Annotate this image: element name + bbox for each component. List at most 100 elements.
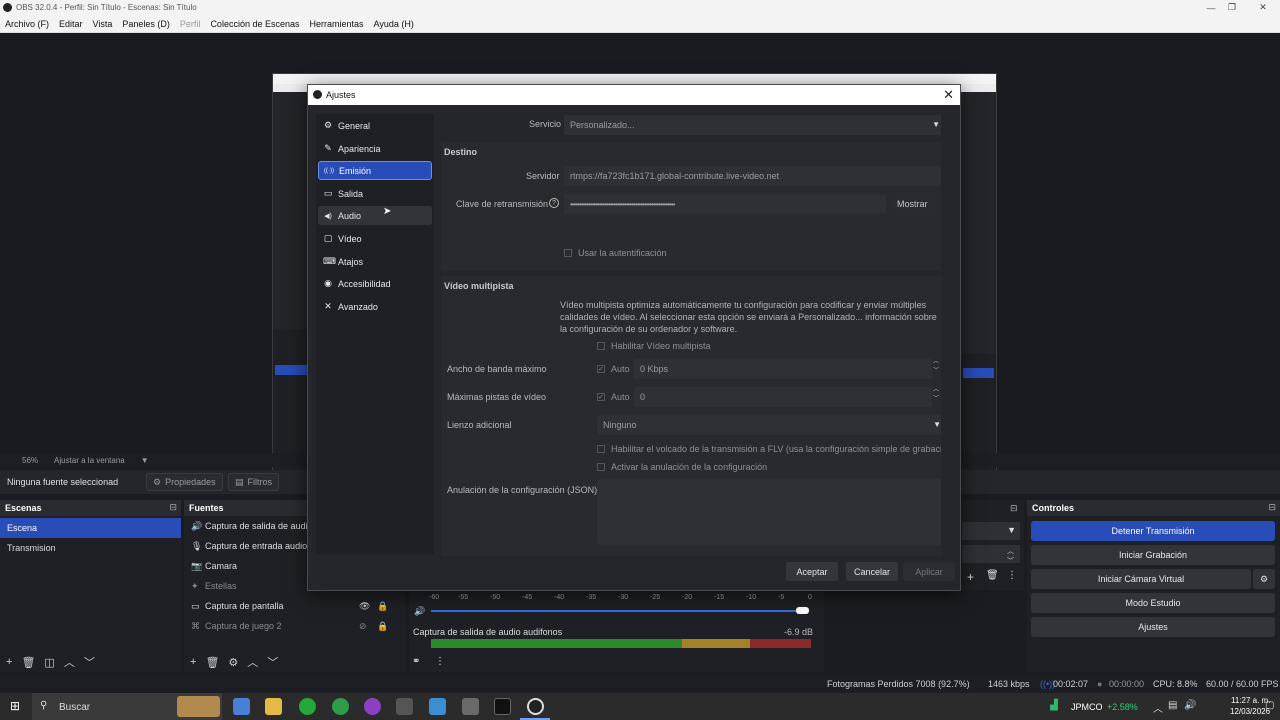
chevron-down-icon[interactable]: ﹀	[267, 654, 278, 670]
max-tracks-input[interactable]: 0	[634, 387, 932, 407]
transition-select[interactable]: ▼	[962, 522, 1020, 540]
studio-mode-button[interactable]: Modo Estudio	[1031, 593, 1275, 613]
nav-video[interactable]: ▢ Vídeo	[318, 229, 432, 248]
service-select[interactable]: Personalizado... ▼	[564, 115, 941, 135]
menu-editar[interactable]: Editar	[59, 19, 83, 29]
help-icon[interactable]: ?	[549, 198, 559, 208]
chevron-up-icon[interactable]: ︿	[247, 654, 258, 670]
add-icon[interactable]: +	[967, 570, 974, 584]
nav-apariencia[interactable]: ✎ Apariencia	[318, 139, 432, 158]
close-icon[interactable]: ✕	[943, 87, 954, 103]
close-icon[interactable]: ✕	[1246, 0, 1280, 15]
files-icon[interactable]	[462, 698, 479, 715]
more-icon[interactable]: ⋮	[435, 656, 445, 667]
json-override-textarea[interactable]	[597, 479, 941, 545]
chrome-icon[interactable]	[332, 698, 349, 715]
nav-accesibilidad[interactable]: ◉ Accesibilidad	[318, 274, 432, 293]
stock-ticker[interactable]: JPMCO	[1071, 702, 1103, 712]
config-override-checkbox[interactable]: Activar la anulación de la configuración	[597, 462, 767, 472]
extra-canvas-select[interactable]: Ninguno ▼	[597, 415, 941, 435]
start-recording-button[interactable]: Iniciar Grabación	[1031, 545, 1275, 565]
gear-icon[interactable]: ⚙	[1253, 569, 1275, 589]
flv-dump-checkbox[interactable]: Habilitar el volcado de la transmisión a…	[597, 444, 941, 454]
eye-hidden-icon[interactable]: ⊘	[359, 621, 367, 632]
menu-paneles[interactable]: Paneles (D)	[122, 19, 170, 29]
menu-herramientas[interactable]: Herramientas	[310, 19, 364, 29]
cancel-button[interactable]: Cancelar	[846, 562, 898, 581]
scene-item[interactable]: Transmision	[0, 538, 181, 558]
tray-chevron-icon[interactable]: ︿	[1153, 700, 1163, 715]
maximize-icon[interactable]: ❐	[1215, 0, 1249, 15]
duration-spin[interactable]: ︿ ﹀	[962, 545, 1020, 565]
add-icon[interactable]: +	[190, 656, 196, 668]
filters-button[interactable]: ▤ Filtros	[228, 473, 280, 491]
menu-ayuda[interactable]: Ayuda (H)	[374, 19, 414, 29]
scene-item[interactable]: Escena	[0, 518, 181, 538]
lock-icon[interactable]: 🔒	[377, 621, 388, 632]
more-icon[interactable]: ⋮	[1007, 570, 1017, 581]
lock-icon[interactable]: 🔒	[377, 601, 388, 612]
properties-button[interactable]: ⚙ Propiedades	[146, 473, 223, 491]
chevron-down-icon[interactable]: ﹀	[84, 654, 95, 670]
show-key-button[interactable]: Mostrar	[891, 194, 941, 214]
nav-emision[interactable]: ((·)) Emisión	[318, 161, 432, 180]
eye-icon[interactable]: 👁	[359, 601, 370, 612]
nav-avanzado[interactable]: ✕ Avanzado	[318, 297, 432, 316]
nav-atajos[interactable]: ⌨ Atajos	[318, 252, 432, 271]
dock-menu-icon[interactable]: ⊟	[1010, 503, 1018, 514]
browser-icon[interactable]	[364, 698, 381, 715]
fit-to-window[interactable]: Ajustar a la ventana	[54, 456, 125, 465]
trash-icon[interactable]: 🗑	[986, 570, 999, 581]
app-icon[interactable]	[429, 698, 446, 715]
bandwidth-auto-checkbox[interactable]: ✓ Auto	[597, 364, 630, 374]
menu-vista[interactable]: Vista	[93, 19, 113, 29]
stream-key-input[interactable]: ••••••••••••••••••••••••••••••••••••••••…	[564, 194, 886, 214]
server-input[interactable]: rtmps://fa723fc1b171.global-contribute.l…	[564, 166, 941, 186]
whatsapp-icon[interactable]	[299, 698, 316, 715]
tracks-auto-checkbox[interactable]: ✓ Auto	[597, 392, 630, 402]
accept-button[interactable]: Aceptar	[786, 562, 838, 581]
zoom-level[interactable]: 56%	[22, 456, 38, 465]
volume-slider-handle[interactable]	[796, 607, 809, 614]
trash-icon[interactable]: 🗑	[21, 656, 35, 669]
menu-archivo[interactable]: Archivo (F)	[5, 19, 49, 29]
settings-nav: ⚙ General ✎ Apariencia ((·)) Emisión ▭ Salid…	[316, 114, 434, 554]
menu-perfil[interactable]: Perfil	[180, 19, 201, 29]
settings-gear-icon[interactable]	[396, 698, 413, 715]
spin-icon[interactable]: ︿ ﹀	[933, 358, 939, 376]
chevron-down-icon[interactable]: ▼	[141, 456, 149, 465]
spin-icon[interactable]: ︿ ﹀	[933, 386, 939, 404]
obs-taskbar-icon[interactable]	[527, 698, 544, 715]
file-explorer-icon[interactable]	[265, 698, 282, 715]
source-item[interactable]: ⌘ Captura de juego 2 ⊘ 🔒	[184, 616, 406, 636]
use-auth-checkbox[interactable]: Usar la autentificación	[564, 248, 667, 258]
filter-icon[interactable]: ◫	[44, 656, 54, 669]
nav-general[interactable]: ⚙ General	[318, 116, 432, 135]
apply-button[interactable]: Aplicar	[903, 562, 955, 581]
start-virtual-camera-button[interactable]: Iniciar Cámara Virtual	[1031, 569, 1251, 589]
copilot-icon[interactable]	[233, 698, 250, 715]
add-icon[interactable]: +	[6, 656, 12, 668]
source-item[interactable]: ▭ Captura de pantalla 👁 🔒	[184, 596, 406, 616]
gear-icon[interactable]: ⚙	[228, 656, 238, 669]
volume-tray-icon[interactable]: 🔊	[1184, 700, 1196, 711]
notification-icon[interactable]: ▢	[1265, 700, 1274, 711]
menu-coleccion-escenas[interactable]: Colección de Escenas	[210, 19, 299, 29]
trash-icon[interactable]: 🗑	[205, 656, 219, 669]
volume-slider[interactable]	[431, 610, 806, 612]
epic-games-icon[interactable]	[494, 698, 511, 715]
chevron-up-icon[interactable]: ︿	[64, 654, 75, 670]
volume-icon[interactable]: 🔊	[414, 606, 425, 617]
settings-button[interactable]: Ajustes	[1031, 617, 1275, 637]
network-icon[interactable]: ▤	[1168, 700, 1177, 711]
stop-stream-button[interactable]: Detener Transmisión	[1031, 521, 1275, 541]
nav-audio[interactable]: ◀) Audio	[318, 206, 432, 225]
dock-menu-icon[interactable]: ⊟	[169, 502, 177, 513]
dock-menu-icon[interactable]: ⊟	[1268, 502, 1276, 513]
bandwidth-input[interactable]: 0 Kbps	[634, 359, 932, 379]
windows-start-icon[interactable]: ⊞	[10, 699, 20, 713]
nav-salida[interactable]: ▭ Salida	[318, 184, 432, 203]
search-box[interactable]: ⚲ Buscar	[32, 693, 222, 720]
enable-multitrack-checkbox[interactable]: Habilitar Vídeo multipista	[597, 341, 711, 351]
link-icon[interactable]: ⚭	[412, 656, 420, 667]
